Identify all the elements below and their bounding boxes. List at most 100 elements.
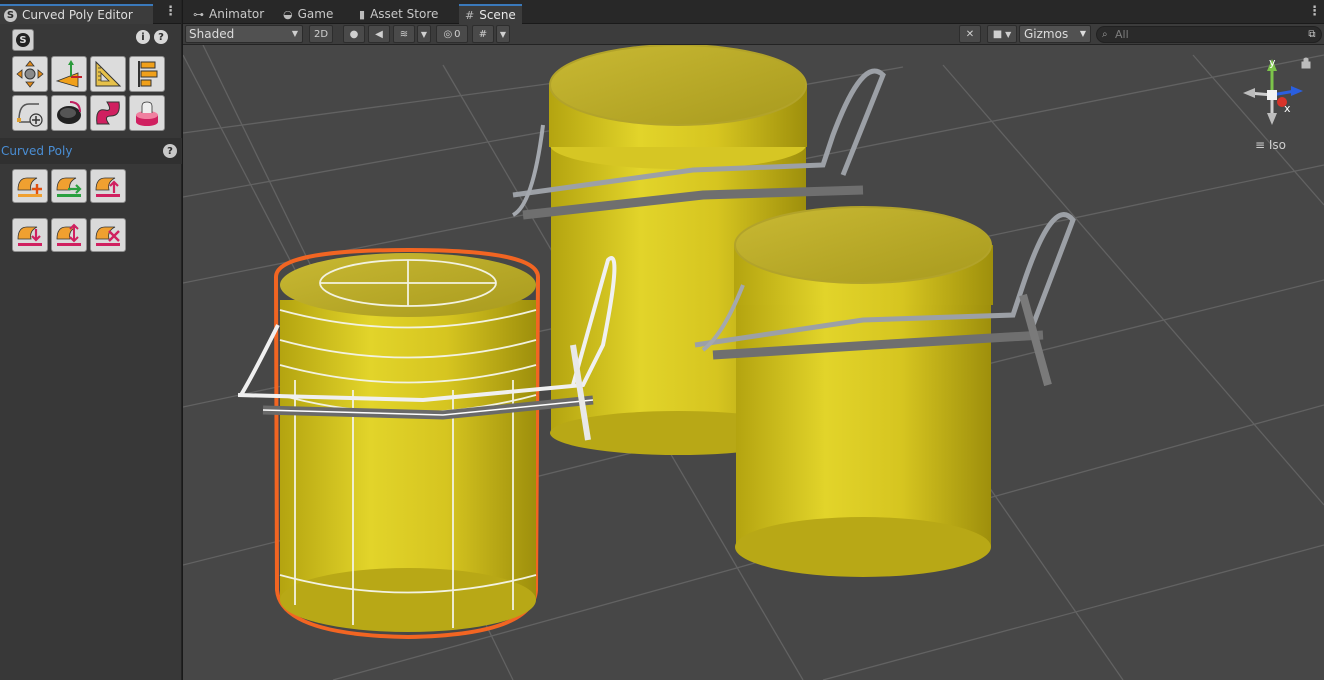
store-bag-icon: ▮ (359, 7, 366, 21)
forward-curve-button[interactable] (51, 169, 87, 203)
scene-menu-kebab-icon[interactable]: ⋮ (1308, 5, 1321, 19)
section-help-icon[interactable]: ? (163, 144, 177, 158)
search-icon: ⌕ (1102, 29, 1108, 40)
help-icon[interactable]: ? (154, 30, 168, 44)
paint-tool-button[interactable] (51, 95, 87, 131)
tools-settings-button[interactable]: ✕ (959, 25, 981, 43)
scene-3d-view[interactable]: y x (183, 45, 1324, 680)
add-curve-icon (17, 177, 42, 197)
ruler-tool-button[interactable] (90, 56, 126, 92)
curved-poly-logo-icon: S (16, 33, 30, 47)
lower-curve-icon (17, 226, 42, 246)
tab-curved-poly-editor-label: Curved Poly Editor (22, 8, 133, 22)
stack-tool-button[interactable] (129, 95, 165, 131)
curve-shape-tool-icon (96, 101, 120, 125)
dropdown-arrow-icon: ▼ (420, 29, 428, 39)
dropdown-arrow-icon: ▼ (1005, 29, 1012, 39)
projection-mode-text: Iso (1268, 138, 1287, 152)
align-tool-button[interactable] (129, 56, 165, 92)
tab-scene[interactable]: # Scene (459, 4, 522, 24)
axis-x-label: x (1284, 102, 1291, 115)
tab-animator-label: Animator (209, 7, 265, 21)
move-points-tool-button[interactable] (12, 56, 48, 92)
audio-toggle-button[interactable]: ◀ (368, 25, 390, 43)
lightbulb-icon: ● (349, 28, 359, 40)
toggle-2d-label: 2D (313, 28, 329, 40)
stack-tool-icon (136, 101, 158, 126)
align-tool-icon (138, 61, 158, 87)
gizmos-label: Gizmos (1024, 27, 1069, 41)
curved-poly-section-header[interactable]: Curved Poly ? (0, 138, 182, 164)
jar-right[interactable] (694, 206, 1076, 577)
tab-asset-store[interactable]: ▮ Asset Store (353, 4, 444, 24)
camera-icon: ■ (992, 28, 1003, 40)
extrude-tool-icon (55, 60, 82, 88)
move-points-tool-icon (16, 60, 44, 88)
lighting-toggle-button[interactable]: ● (343, 25, 365, 43)
lower-curve-button[interactable] (12, 218, 48, 252)
raise-curve-icon (95, 177, 120, 197)
left-tab-bar: S Curved Poly Editor ⋮ (0, 0, 181, 24)
curve-tools-row-1 (12, 169, 126, 203)
tab-animator[interactable]: ⊶ Animator (187, 4, 270, 24)
delete-curve-button[interactable] (90, 218, 126, 252)
split-curve-button[interactable] (51, 218, 87, 252)
scene-viewport[interactable]: y x ≡ Iso (183, 45, 1324, 680)
speaker-icon: ◀ (375, 28, 383, 40)
grid-hash-icon: # (465, 8, 475, 22)
hidden-objects-toggle-button[interactable]: ◎ 0 (436, 25, 468, 43)
eye-slash-icon: ◎ (443, 28, 453, 40)
section-title: Curved Poly (1, 144, 73, 158)
raise-curve-button[interactable] (90, 169, 126, 203)
extrude-tool-button[interactable] (51, 56, 87, 92)
gizmos-dropdown[interactable]: Gizmos ▼ (1019, 25, 1091, 43)
effects-toggle-button[interactable]: ≋ (393, 25, 415, 43)
tool-grid (12, 56, 165, 131)
shading-mode-value: Shaded (189, 27, 235, 41)
curve-tools-row-2 (12, 218, 126, 252)
effects-dropdown-button[interactable]: ▼ (417, 25, 431, 43)
tab-game-label: Game (297, 7, 334, 21)
scene-toolbar: Shaded ▼ 2D ● ◀ ≋ ▼ ◎ 0 # ▼ ✕ ■ ▼ Gizmos… (183, 24, 1324, 45)
panel-menu-kebab-icon[interactable]: ⋮ (164, 5, 177, 19)
curve-shape-tool-button[interactable] (90, 95, 126, 131)
tab-scene-label: Scene (479, 8, 516, 22)
animator-icon: ⊶ (193, 7, 204, 21)
tab-curved-poly-editor[interactable]: S Curved Poly Editor (0, 4, 153, 24)
grid-dropdown-button[interactable]: ▼ (496, 25, 510, 43)
gamepad-icon: ◒ (283, 7, 293, 21)
camera-settings-button[interactable]: ■ ▼ (987, 25, 1017, 43)
scene-search-input[interactable]: ⌕ All (1096, 26, 1322, 43)
editor-tab-bar: ⊶ Animator ◒ Game ▮ Asset Store # Scene … (183, 0, 1324, 24)
dropdown-arrow-icon: ▼ (1079, 29, 1086, 38)
curved-poly-header: S i ? (0, 24, 181, 51)
dropdown-arrow-icon: ▼ (499, 29, 507, 39)
shading-mode-dropdown[interactable]: Shaded ▼ (185, 25, 303, 43)
add-curve-tool-button[interactable] (12, 95, 48, 131)
curved-poly-editor-panel: S Curved Poly Editor ⋮ S i ? Curved Poly… (0, 0, 182, 680)
hidden-count: 0 (454, 28, 461, 40)
maximize-icon[interactable]: ⧉ (1304, 25, 1320, 43)
menu-lines-icon: ≡ (1255, 138, 1266, 152)
wrench-cross-icon: ✕ (965, 28, 975, 40)
curved-poly-logo-icon: S (4, 8, 17, 22)
tab-game[interactable]: ◒ Game (277, 4, 339, 24)
paint-tool-icon (57, 101, 81, 124)
search-placeholder: All (1115, 28, 1129, 41)
projection-mode-label[interactable]: ≡ Iso (1255, 138, 1286, 152)
grid-toggle-button[interactable]: # (472, 25, 494, 43)
effects-layers-icon: ≋ (399, 28, 409, 40)
add-curve-button[interactable] (12, 169, 48, 203)
curved-poly-logo-button[interactable]: S (12, 29, 34, 51)
add-curve-tool-icon (17, 103, 43, 127)
dropdown-arrow-icon: ▼ (291, 29, 298, 38)
split-curve-icon (56, 223, 81, 246)
axis-y-label: y (1269, 56, 1276, 69)
delete-curve-icon (95, 226, 120, 246)
grid-icon: # (478, 28, 488, 40)
info-icon[interactable]: i (136, 30, 150, 44)
toggle-2d-button[interactable]: 2D (309, 25, 333, 43)
forward-curve-icon (56, 177, 82, 197)
orientation-gizmo[interactable]: y x (1243, 56, 1311, 125)
tab-asset-store-label: Asset Store (370, 7, 439, 21)
